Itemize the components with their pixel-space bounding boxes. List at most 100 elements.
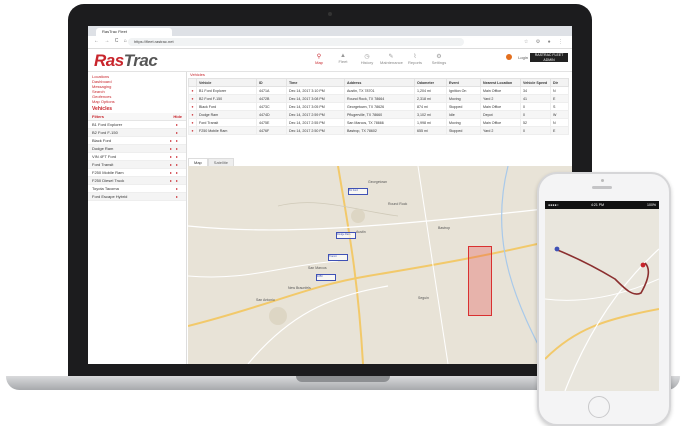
- vehicle-row[interactable]: B1 Ford Explorer ▸: [88, 121, 186, 129]
- extension-icons[interactable]: ☆ ⚙ ● ⋮: [524, 39, 566, 45]
- row-action-icons[interactable]: ▸: [176, 193, 182, 200]
- geofence-polygon[interactable]: [468, 246, 492, 316]
- nav-fleet[interactable]: ▲ Fleet: [332, 53, 354, 64]
- nav-maintenance[interactable]: ✎ Maintenance: [380, 53, 403, 65]
- table-cell: 1,204 mi: [414, 86, 447, 95]
- nav-reports[interactable]: ⌇ Reports: [404, 53, 426, 65]
- vehicle-marker[interactable]: Transit: [328, 254, 348, 261]
- filter-hide-link[interactable]: Hide: [173, 113, 182, 120]
- vehicle-row[interactable]: VIN 4FT Ford ▸▸: [88, 153, 186, 161]
- browser-tab[interactable]: RasTrac Fleet: [96, 28, 172, 36]
- phone-home-button[interactable]: [588, 396, 610, 418]
- row-action-icons[interactable]: ▸▸: [170, 145, 182, 152]
- row-action-icons[interactable]: ▸▸: [170, 169, 182, 176]
- row-action-icons[interactable]: ▸▸: [170, 137, 182, 144]
- vehicle-marker[interactable]: Dodge Ram: [336, 232, 356, 239]
- nav-buttons[interactable]: ← → C ⌂: [94, 38, 129, 44]
- vehicle-row[interactable]: F250 Diesel Truck ▸▸: [88, 177, 186, 185]
- column-header[interactable]: Dir: [550, 78, 569, 87]
- vehicle-row[interactable]: Ford Transit ▸▸: [88, 161, 186, 169]
- column-header[interactable]: Vehicle Speed: [520, 78, 551, 87]
- table-cell: B2 Ford F-150: [196, 94, 257, 103]
- row-action-icons[interactable]: ▸▸: [170, 177, 182, 184]
- table-row[interactable]: ● F250 Mobile Ram 4476F Dec 14, 2017 2:50 P…: [188, 126, 569, 135]
- row-action-icons[interactable]: ▸: [176, 185, 182, 192]
- table-header-row: Vehicle ID Time Address Odometer Event N…: [188, 78, 569, 87]
- status-dot-icon: ●: [188, 126, 197, 135]
- table-cell: 0: [520, 110, 551, 119]
- table-row[interactable]: ● Ford Transit 4475E Dec 14, 2017 2:55 PM Sa…: [188, 118, 569, 127]
- table-body: ● B1 Ford Explorer 4471A Dec 14, 2017 3:10 …: [188, 86, 569, 135]
- account-box[interactable]: RASTRAC FLEET ADMIN: [530, 53, 568, 62]
- status-dot-icon: ●: [188, 110, 197, 119]
- map-label: San Marcos: [308, 266, 327, 270]
- table-cell: 3,102 mi: [414, 110, 447, 119]
- table-row[interactable]: ● B2 Ford F-150 4472B Dec 14, 2017 3:08 PM R…: [188, 94, 569, 103]
- table-cell: Main Office: [480, 118, 521, 127]
- clock-icon: ◷: [364, 54, 370, 60]
- nav-map[interactable]: ⚲ Map: [308, 53, 330, 65]
- map-roads: [188, 166, 572, 364]
- address-bar[interactable]: https://fleet.rastrac.net: [128, 38, 464, 46]
- menu-item-map-options[interactable]: Map Options: [92, 99, 182, 104]
- column-header[interactable]: [188, 78, 197, 87]
- phone-screen[interactable]: ●●●●○ 4:21 PM 100%: [545, 201, 659, 391]
- user-label[interactable]: Login: [518, 55, 528, 60]
- nav-settings[interactable]: ⚙ Settings: [428, 53, 450, 65]
- table-cell: Dec 14, 2017 2:50 PM: [286, 126, 345, 135]
- map-view[interactable]: Austin San Antonio Georgetown Round Rock…: [188, 166, 572, 364]
- row-action-icons[interactable]: ▸▸: [170, 153, 182, 160]
- table-cell: Dodge Ram: [196, 110, 257, 119]
- logo-trac: Trac: [123, 51, 158, 70]
- vehicle-row[interactable]: B2 Ford F-150 ▸: [88, 129, 186, 137]
- column-header[interactable]: ID: [256, 78, 287, 87]
- table-cell: Round Rock, TX 78664: [344, 94, 415, 103]
- map-label: Seguin: [418, 296, 429, 300]
- nav-history[interactable]: ◷ History: [356, 53, 378, 65]
- vehicle-marker[interactable]: F250: [316, 274, 336, 281]
- vehicle-row[interactable]: Ford Escape Hybrid ▸: [88, 193, 186, 201]
- column-header[interactable]: Nearest Location: [480, 78, 521, 87]
- table-cell: B1 Ford Explorer: [196, 86, 257, 95]
- table-cell: F250 Mobile Ram: [196, 126, 257, 135]
- table-row[interactable]: ● Dodge Ram 4474D Dec 14, 2017 2:59 PM Pflug…: [188, 110, 569, 119]
- account-line-2: ADMIN: [543, 57, 555, 62]
- browser-tab-bar: RasTrac Fleet: [88, 26, 572, 36]
- table-cell: 4476F: [256, 126, 287, 135]
- filter-row[interactable]: Filters Hide: [88, 113, 186, 121]
- map-label: Bastrop: [438, 226, 451, 230]
- vehicle-row[interactable]: Black Ford ▸▸: [88, 137, 186, 145]
- browser-toolbar: ← → C ⌂ https://fleet.rastrac.net ☆ ⚙ ● …: [88, 36, 572, 49]
- user-avatar[interactable]: [506, 54, 512, 60]
- vehicle-table: Vehicle ID Time Address Odometer Event N…: [188, 78, 569, 135]
- table-cell: 655 mi: [414, 126, 447, 135]
- table-cell: N: [550, 118, 569, 127]
- status-dot-icon: ●: [188, 86, 197, 95]
- vehicle-row[interactable]: Dodge Ram ▸▸: [88, 145, 186, 153]
- vehicle-row[interactable]: F250 Mobile Ram ▸▸: [88, 169, 186, 177]
- table-cell: Austin, TX 78701: [344, 86, 415, 95]
- column-header[interactable]: Address: [344, 78, 415, 87]
- table-cell: Black Ford: [196, 102, 257, 111]
- status-dot-icon: ●: [188, 94, 197, 103]
- table-cell: Idle: [446, 110, 481, 119]
- carrier-signal: ●●●●○: [548, 203, 559, 207]
- table-row[interactable]: ● Black Ford 4473C Dec 14, 2017 3:05 PM Geor…: [188, 102, 569, 111]
- map-label: Georgetown: [368, 180, 388, 184]
- row-action-icons[interactable]: ▸: [176, 129, 182, 136]
- table-cell: Depot: [480, 110, 521, 119]
- row-action-icons[interactable]: ▸: [176, 121, 182, 128]
- vehicle-marker[interactable]: B1 Ford: [348, 188, 368, 195]
- vehicle-row[interactable]: Toyota Tacoma ▸: [88, 185, 186, 193]
- column-header[interactable]: Odometer: [414, 78, 447, 87]
- column-header[interactable]: Time: [286, 78, 345, 87]
- column-header[interactable]: Event: [446, 78, 481, 87]
- phone-camera: [601, 179, 604, 182]
- column-header[interactable]: Vehicle: [196, 78, 257, 87]
- table-cell: Main Office: [480, 86, 521, 95]
- table-cell: Moving: [446, 94, 481, 103]
- row-action-icons[interactable]: ▸▸: [170, 161, 182, 168]
- table-row[interactable]: ● B1 Ford Explorer 4471A Dec 14, 2017 3:10 …: [188, 86, 569, 95]
- table-cell: W: [550, 110, 569, 119]
- logo-ras: Ras: [94, 51, 124, 70]
